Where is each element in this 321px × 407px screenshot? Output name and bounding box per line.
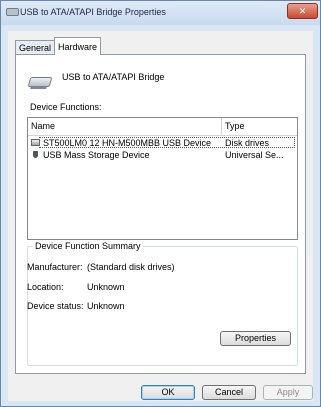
column-header-type[interactable]: Type — [225, 121, 245, 131]
location-value: Unknown — [87, 282, 125, 292]
properties-button[interactable]: Properties — [220, 331, 291, 346]
manufacturer-label: Manufacturer: — [27, 262, 83, 272]
list-item[interactable]: ST500LM0 12 HN-M500MBB USB Device Disk d… — [28, 137, 297, 149]
dialog-client: General Hardware USB to ATA/ATAPI Bridge… — [8, 31, 313, 401]
device-functions-list[interactable]: Name Type ST500LM0 12 HN-M500MBB USB Dev… — [27, 117, 298, 240]
device-function-summary: Device Function Summary Manufacturer: (S… — [27, 241, 298, 366]
device-status-value: Unknown — [87, 301, 125, 311]
title-bar[interactable]: USB to ATA/ATAPI Bridge Properties ✕ — [1, 1, 320, 25]
manufacturer-value: (Standard disk drives) — [87, 262, 175, 272]
tab-general[interactable]: General — [15, 40, 56, 54]
close-button[interactable]: ✕ — [287, 3, 318, 19]
device-functions-label: Device Functions: — [30, 102, 102, 112]
list-header: Name Type — [28, 118, 297, 136]
drive-icon — [6, 8, 19, 16]
list-item-name: USB Mass Storage Device — [43, 150, 150, 160]
ok-button[interactable]: OK — [141, 385, 195, 400]
location-label: Location: — [27, 282, 64, 292]
window-title: USB to ATA/ATAPI Bridge Properties — [20, 7, 166, 17]
drive-icon — [27, 77, 53, 87]
list-item-type: Disk drives — [225, 138, 270, 148]
column-divider[interactable] — [221, 118, 222, 135]
cancel-button[interactable]: Cancel — [202, 385, 256, 400]
list-item-type: Universal Se... — [225, 150, 284, 160]
list-item-name: ST500LM0 12 HN-M500MBB USB Device — [43, 138, 212, 148]
disk-drive-icon — [31, 139, 40, 146]
device-status-label: Device status: — [27, 301, 84, 311]
properties-window: USB to ATA/ATAPI Bridge Properties ✕ Gen… — [0, 0, 321, 407]
column-header-name[interactable]: Name — [31, 121, 55, 131]
summary-title: Device Function Summary — [33, 241, 143, 251]
device-name: USB to ATA/ATAPI Bridge — [62, 72, 165, 82]
usb-icon — [33, 151, 38, 158]
list-item[interactable]: USB Mass Storage Device Universal Se... — [28, 149, 297, 161]
apply-button[interactable]: Apply — [263, 385, 313, 400]
tab-hardware[interactable]: Hardware — [54, 37, 102, 55]
hardware-panel: USB to ATA/ATAPI Bridge Device Functions… — [15, 54, 306, 374]
